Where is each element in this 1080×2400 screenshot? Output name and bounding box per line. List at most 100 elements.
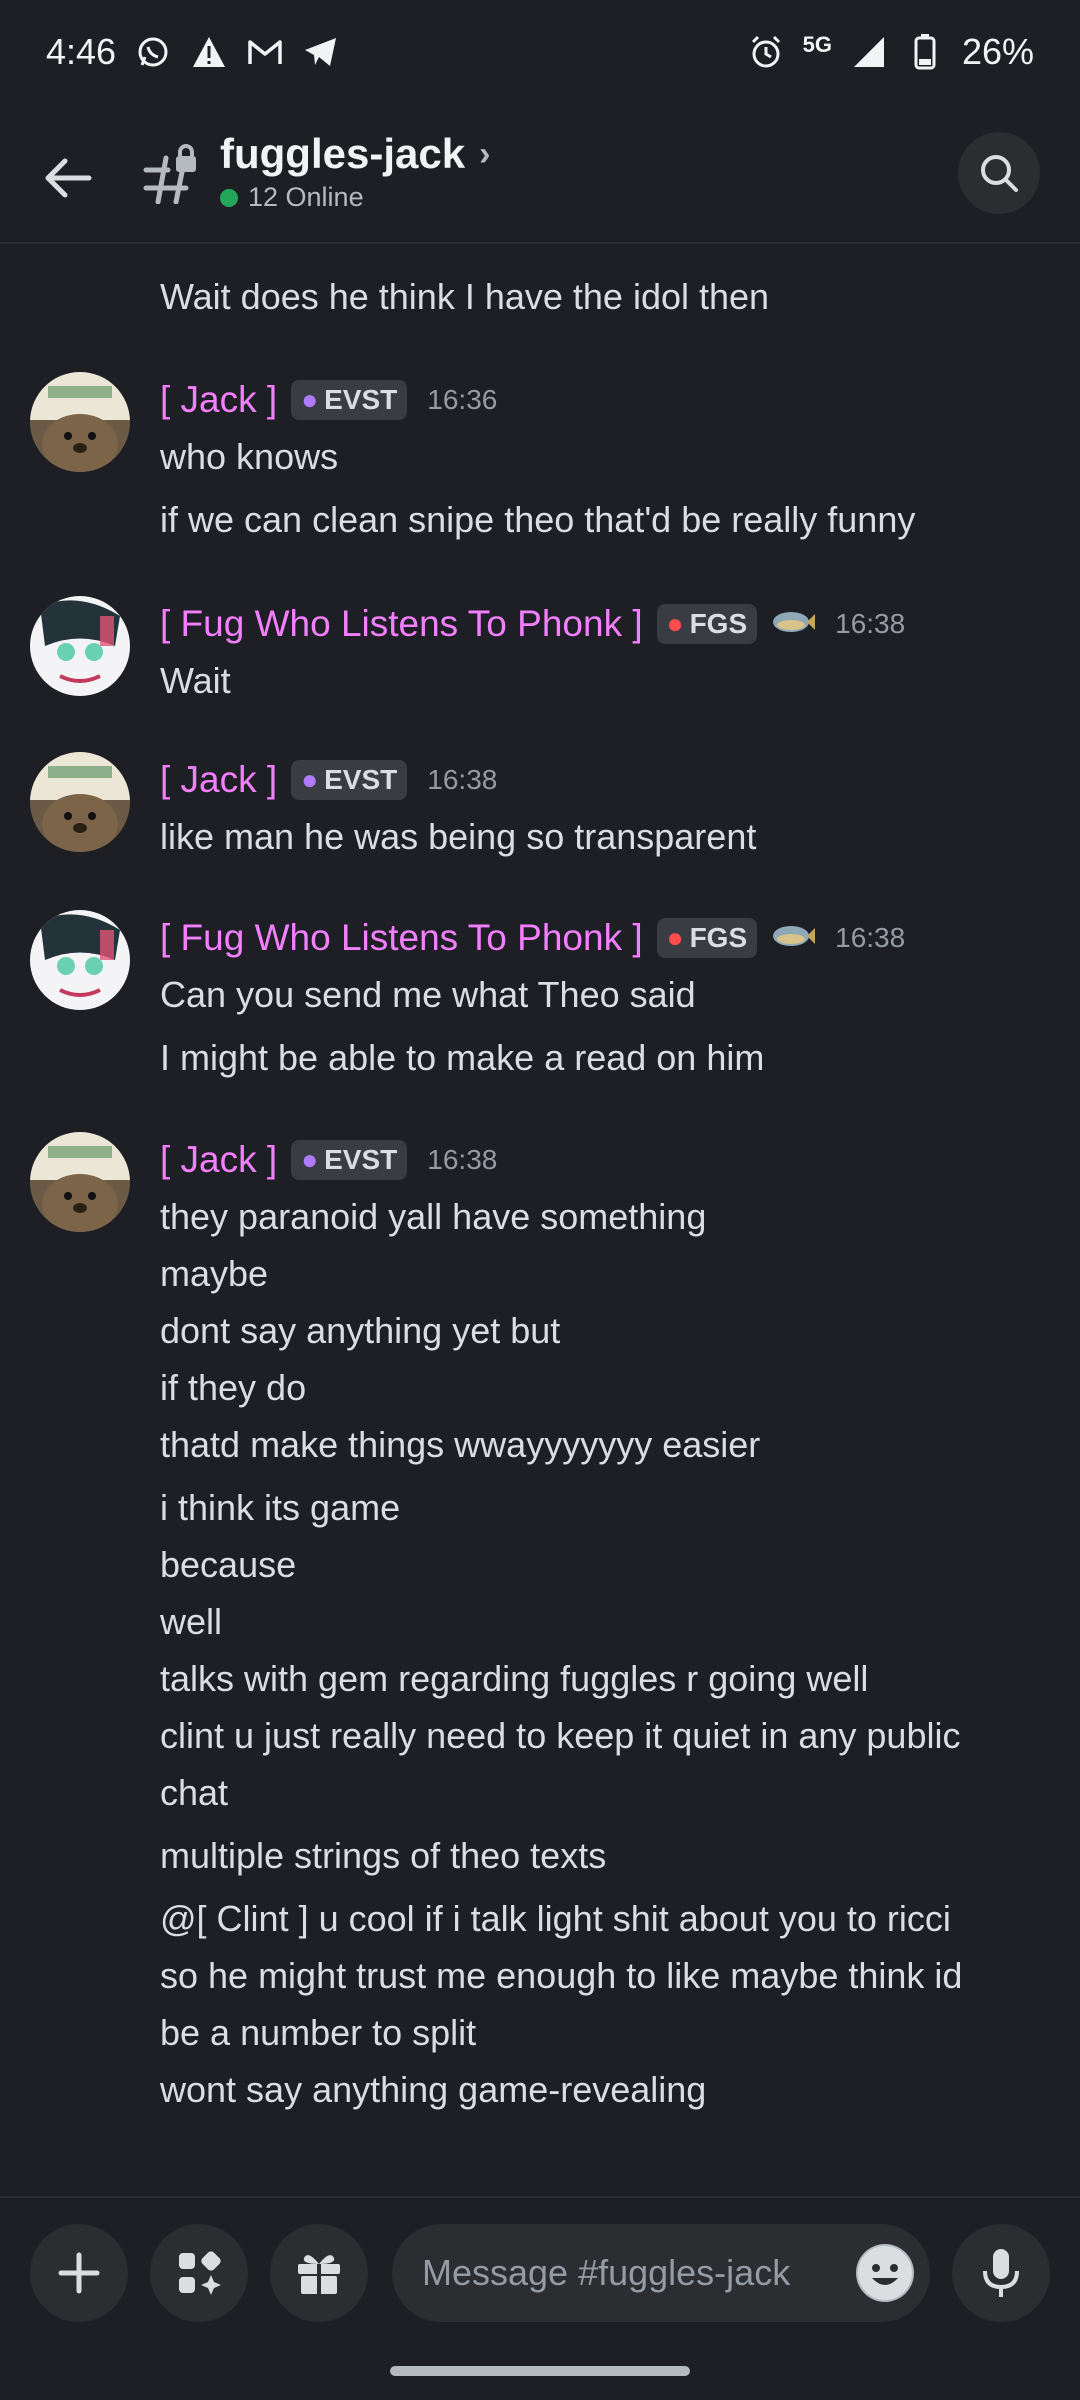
message-line: talks with gem regarding fuggles r going… bbox=[160, 1658, 869, 1699]
online-status: 12 Online bbox=[220, 182, 490, 213]
avatar-jack[interactable] bbox=[30, 1132, 130, 1232]
chevron-right-icon: › bbox=[479, 134, 491, 173]
mushroom-icon: ● bbox=[301, 1144, 319, 1175]
avatar-jack[interactable] bbox=[30, 752, 130, 852]
apps-sparkle-icon bbox=[179, 2251, 221, 2295]
channel-header: fuggles-jack › 12 Online bbox=[0, 104, 1080, 244]
fish-emoji-icon bbox=[771, 608, 816, 641]
apps-button[interactable] bbox=[150, 2224, 248, 2322]
username[interactable]: [ Fug Who Listens To Phonk ] bbox=[160, 603, 643, 645]
message-line: like man he was being so transparent bbox=[160, 816, 757, 857]
tag-label: FGS bbox=[689, 608, 748, 639]
mushroom-icon: ● bbox=[666, 922, 684, 953]
message-input[interactable]: Message #fuggles-jack bbox=[392, 2224, 930, 2322]
home-indicator[interactable] bbox=[390, 2366, 690, 2376]
battery-icon bbox=[906, 33, 944, 71]
tag-label: FGS bbox=[689, 922, 748, 953]
message-line: thatd make things wwayyyyyyy easier bbox=[160, 1424, 761, 1465]
message-line: I might be able to make a read on him bbox=[160, 1037, 765, 1078]
mushroom-icon: ● bbox=[666, 608, 684, 639]
message-line: i think its game bbox=[160, 1487, 401, 1528]
username[interactable]: [ Jack ] bbox=[160, 379, 277, 421]
whatsapp-icon bbox=[134, 33, 172, 71]
network-type: 5G bbox=[802, 32, 832, 57]
message-header: [ Jack ] ● EVST 16:38 bbox=[160, 752, 497, 808]
message-line: maybe bbox=[160, 1253, 269, 1294]
message-line: wont say anything game-revealing bbox=[160, 2069, 707, 2110]
message-line: @[ Clint ] u cool if i talk light shit a… bbox=[160, 1898, 951, 1939]
tag-label: EVST bbox=[324, 384, 398, 415]
message-header: [ Jack ] ● EVST 16:38 bbox=[160, 1132, 497, 1188]
tag-label: EVST bbox=[324, 1144, 398, 1175]
add-attachment-button[interactable] bbox=[30, 2224, 128, 2322]
message-line: because bbox=[160, 1544, 297, 1585]
message-lines: like man he was being so transparent bbox=[160, 808, 1040, 865]
channel-name: fuggles-jack bbox=[220, 130, 466, 177]
message-line: they paranoid yall have something bbox=[160, 1196, 707, 1237]
telegram-icon bbox=[302, 33, 340, 71]
status-bar: 4:46 5G 26% bbox=[0, 0, 1080, 104]
message-line: dont say anything yet but bbox=[160, 1310, 561, 1351]
mushroom-icon: ● bbox=[301, 384, 319, 415]
message-list[interactable]: Wait does he think I have the idol then … bbox=[0, 246, 1080, 2196]
role-tag[interactable]: ● EVST bbox=[291, 760, 408, 800]
discord-screen: 4:46 5G 26% fuggles-jack › 12 Online Wai… bbox=[0, 0, 1080, 2400]
message-line: clint u just really need to keep it quie… bbox=[160, 1715, 961, 1756]
avatar-fug[interactable] bbox=[30, 910, 130, 1010]
mushroom-icon: ● bbox=[301, 764, 319, 795]
channel-title: fuggles-jack › bbox=[220, 130, 490, 178]
timestamp: 16:36 bbox=[427, 384, 498, 415]
message-header: [ Fug Who Listens To Phonk ] ● FGS 16:38 bbox=[160, 910, 905, 966]
alarm-icon bbox=[747, 33, 785, 71]
timestamp: 16:38 bbox=[835, 922, 906, 953]
warning-icon bbox=[190, 33, 228, 71]
status-right: 5G 26% bbox=[747, 31, 1034, 73]
locked-hash-icon bbox=[142, 144, 202, 205]
username[interactable]: [ Fug Who Listens To Phonk ] bbox=[160, 917, 643, 959]
role-tag[interactable]: ● EVST bbox=[291, 1140, 408, 1180]
message-header: [ Fug Who Listens To Phonk ] ● FGS 16:38 bbox=[160, 596, 905, 652]
username[interactable]: [ Jack ] bbox=[160, 759, 277, 801]
message-lines: they paranoid yall have something maybe … bbox=[160, 1188, 1040, 2118]
message-line: well bbox=[160, 1601, 223, 1642]
role-tag[interactable]: ● EVST bbox=[291, 380, 408, 420]
arrow-left-icon bbox=[45, 158, 92, 198]
message-lines: Can you send me what Theo said I might b… bbox=[160, 966, 1040, 1086]
search-icon bbox=[981, 155, 1018, 192]
message-header: [ Jack ] ● EVST 16:36 bbox=[160, 372, 497, 428]
timestamp: 16:38 bbox=[427, 1144, 498, 1175]
search-button[interactable] bbox=[958, 132, 1040, 214]
avatar-fug[interactable] bbox=[30, 596, 130, 696]
message-line: if they do bbox=[160, 1367, 307, 1408]
composer-bar: Message #fuggles-jack bbox=[0, 2196, 1080, 2326]
plus-icon bbox=[58, 2252, 100, 2294]
fish-emoji-icon bbox=[771, 922, 816, 955]
gmail-icon bbox=[246, 33, 284, 71]
emoji-button[interactable] bbox=[856, 2244, 914, 2302]
message-line: be a number to split bbox=[160, 2012, 477, 2053]
message-line: who knows bbox=[160, 436, 339, 477]
timestamp: 16:38 bbox=[835, 608, 906, 639]
channel-title-button[interactable]: fuggles-jack › 12 Online bbox=[220, 130, 490, 213]
online-count: 12 Online bbox=[248, 182, 364, 212]
message-lines: Wait bbox=[160, 652, 1040, 709]
message-line: Wait bbox=[160, 660, 231, 701]
message-line: if we can clean snipe theo that'd be rea… bbox=[160, 499, 916, 540]
voice-message-button[interactable] bbox=[952, 2224, 1050, 2322]
gift-button[interactable] bbox=[270, 2224, 368, 2322]
back-button[interactable] bbox=[40, 150, 96, 206]
microphone-icon bbox=[983, 2249, 1019, 2297]
signal-icon bbox=[850, 33, 888, 71]
message-line: so he might trust me enough to like mayb… bbox=[160, 1955, 963, 1996]
message-lines: who knows if we can clean snipe theo tha… bbox=[160, 428, 1040, 548]
smile-icon bbox=[858, 2246, 912, 2300]
message-placeholder: Message #fuggles-jack bbox=[422, 2252, 791, 2293]
message-line: multiple strings of theo texts bbox=[160, 1835, 607, 1876]
avatar-jack[interactable] bbox=[30, 372, 130, 472]
tag-label: EVST bbox=[324, 764, 398, 795]
role-tag[interactable]: ● FGS bbox=[656, 918, 758, 958]
username[interactable]: [ Jack ] bbox=[160, 1139, 277, 1181]
gift-icon bbox=[298, 2255, 340, 2294]
battery-percent: 26% bbox=[961, 31, 1034, 72]
role-tag[interactable]: ● FGS bbox=[656, 604, 758, 644]
